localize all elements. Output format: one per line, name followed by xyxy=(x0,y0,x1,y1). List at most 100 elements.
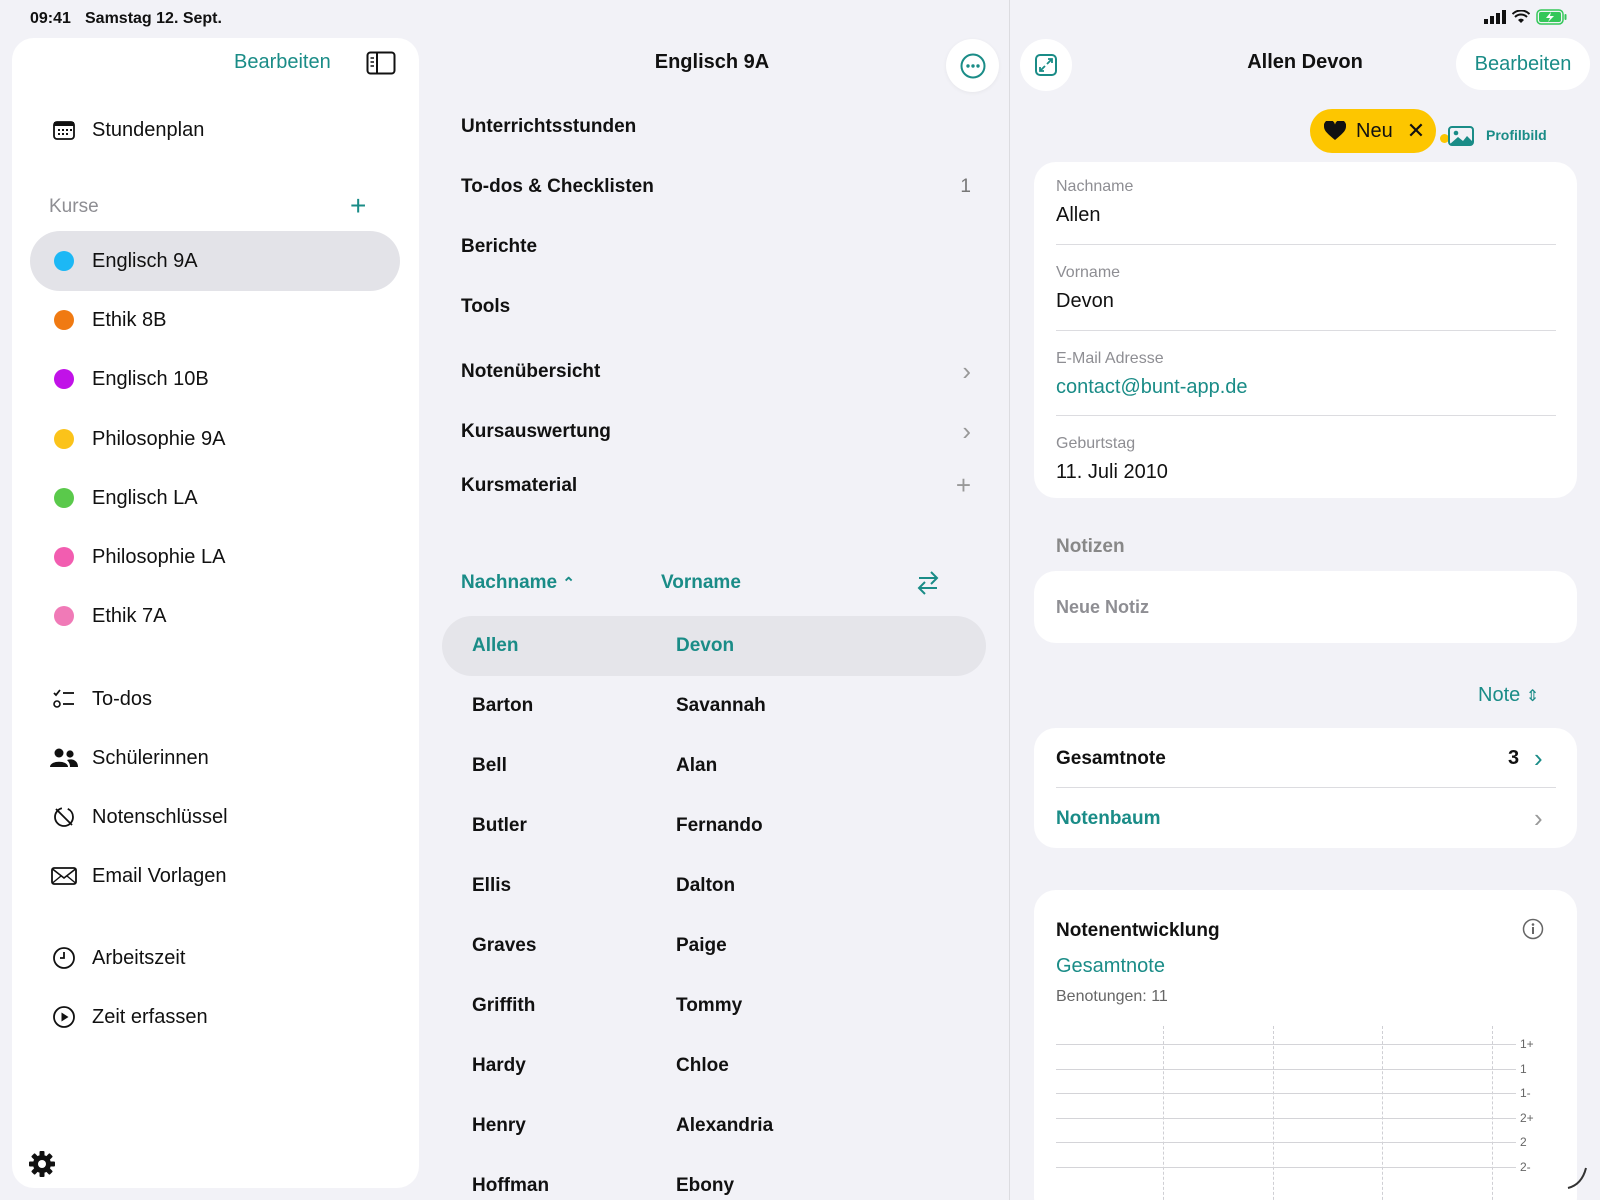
student-row[interactable]: Henry Alexandria xyxy=(442,1096,986,1156)
course-color-dot xyxy=(54,429,74,449)
plus-icon[interactable]: + xyxy=(956,470,971,501)
chevron-right-icon: › xyxy=(962,356,971,386)
sidebar-item-todos[interactable]: To-dos xyxy=(30,669,400,729)
sidebar-course-ethik-7a[interactable]: Ethik 7A xyxy=(30,586,400,646)
grade-key-icon xyxy=(50,805,78,829)
add-course-icon[interactable]: + xyxy=(350,190,366,222)
close-icon[interactable]: ✕ xyxy=(1407,118,1425,144)
sidebar-item-stundenplan[interactable]: Stundenplan xyxy=(30,100,400,160)
sidebar-item-label: Stundenplan xyxy=(92,118,205,141)
sidebar-course-label: Ethik 7A xyxy=(92,604,167,627)
grade-development-card: Notenentwicklung Gesamtnote Benotungen: … xyxy=(1034,890,1577,1200)
student-row[interactable]: Butler Fernando xyxy=(442,796,986,856)
sidebar-item-arbeitszeit[interactable]: Arbeitszeit xyxy=(30,928,400,988)
badge-label: Neu xyxy=(1356,119,1393,142)
sidebar-item-schuelerinnen[interactable]: Schülerinnen xyxy=(30,728,400,788)
field-label: Vorname xyxy=(1056,264,1121,281)
sidebar-course-label: Philosophie 9A xyxy=(92,427,226,450)
sort-by-lastname-button[interactable]: Nachname ⌃ xyxy=(461,572,575,594)
swap-arrows-icon[interactable] xyxy=(917,570,939,596)
student-lastname: Bell xyxy=(472,755,507,776)
sidebar-course-englisch-10b[interactable]: Englisch 10B xyxy=(30,349,400,409)
info-icon[interactable] xyxy=(1522,918,1544,940)
sidebar-course-label: Englisch 10B xyxy=(92,367,209,390)
menu-label: Notenübersicht xyxy=(461,360,601,382)
menu-kursmaterial[interactable]: Kursmaterial + xyxy=(461,470,971,501)
sidebar-course-label: Philosophie LA xyxy=(92,545,226,568)
grade-chart: 1+ 1 1- 2+ 2 2- xyxy=(1034,1026,1577,1200)
calendar-icon xyxy=(50,120,78,140)
todo-count-badge: 1 xyxy=(960,176,971,197)
more-options-button[interactable] xyxy=(946,39,999,92)
menu-berichte[interactable]: Berichte xyxy=(461,236,971,258)
sidebar-edit-button[interactable]: Bearbeiten xyxy=(234,51,331,74)
student-row[interactable]: Griffith Tommy xyxy=(442,976,986,1036)
field-value: Devon xyxy=(1056,290,1114,312)
sidebar-course-englisch-la[interactable]: Englisch LA xyxy=(30,468,400,528)
sidebar-toggle-icon[interactable] xyxy=(366,51,396,75)
menu-unterrichtsstunden[interactable]: Unterrichtsstunden xyxy=(461,116,971,138)
menu-kursauswertung[interactable]: Kursauswertung › xyxy=(461,416,971,447)
student-row[interactable]: Ellis Dalton xyxy=(442,856,986,916)
field-geburtstag[interactable]: Geburtstag 11. Juli 2010 xyxy=(1056,435,1556,484)
email-link[interactable]: contact@bunt-app.de xyxy=(1056,376,1556,399)
sidebar-item-label: Zeit erfassen xyxy=(92,1005,208,1028)
sidebar-item-notenschluessel[interactable]: Notenschlüssel xyxy=(30,787,400,847)
menu-label: Berichte xyxy=(461,236,538,257)
new-note-field[interactable]: Neue Notiz xyxy=(1034,571,1577,643)
sidebar-item-email-vorlagen[interactable]: Email Vorlagen xyxy=(30,846,400,906)
chart-gridline xyxy=(1056,1142,1516,1143)
notes-section-title: Notizen xyxy=(1056,536,1125,557)
grade-tree-label: Notenbaum xyxy=(1056,808,1161,829)
student-row[interactable]: Hoffman Ebony xyxy=(442,1156,986,1200)
menu-tools[interactable]: Tools xyxy=(461,296,971,318)
menu-notenuebersicht[interactable]: Notenübersicht › xyxy=(461,356,971,387)
chart-gridline xyxy=(1056,1167,1516,1168)
edit-student-button[interactable]: Bearbeiten xyxy=(1456,38,1590,90)
field-email[interactable]: E-Mail Adresse contact@bunt-app.de xyxy=(1056,350,1556,399)
graph-title: Notenentwicklung xyxy=(1056,920,1220,941)
sidebar-course-philosophie-9a[interactable]: Philosophie 9A xyxy=(30,409,400,469)
menu-todos-checklisten[interactable]: To-dos & Checklisten 1 xyxy=(461,176,971,198)
student-row[interactable]: Graves Paige xyxy=(442,916,986,976)
sidebar-course-englisch-9a[interactable]: Englisch 9A xyxy=(30,231,400,291)
sidebar-course-philosophie-la[interactable]: Philosophie LA xyxy=(30,527,400,587)
course-color-dot xyxy=(54,251,74,271)
battery-charging-icon xyxy=(1536,9,1567,25)
field-vorname[interactable]: Vorname Devon xyxy=(1056,264,1556,313)
resize-handle-icon[interactable] xyxy=(1566,1166,1588,1190)
profile-picture-button[interactable]: Profilbild xyxy=(1448,124,1547,146)
course-color-dot xyxy=(54,606,74,626)
sidebar-item-label: Arbeitszeit xyxy=(92,946,186,969)
chart-gridline-vertical xyxy=(1492,1026,1493,1200)
sidebar-item-label: Email Vorlagen xyxy=(92,864,227,887)
student-row[interactable]: Bell Alan xyxy=(442,736,986,796)
sidebar-item-zeit-erfassen[interactable]: Zeit erfassen xyxy=(30,987,400,1047)
gear-icon[interactable] xyxy=(28,1150,56,1178)
course-title: Englisch 9A xyxy=(654,51,770,73)
student-lastname: Griffith xyxy=(472,995,536,1016)
sort-lastname-label: Nachname xyxy=(461,572,558,593)
chart-gridline xyxy=(1056,1044,1516,1045)
y-tick-label: 2+ xyxy=(1520,1111,1534,1125)
sidebar-course-label: Englisch 9A xyxy=(92,249,198,272)
overall-grade-row[interactable]: Gesamtnote 3 › xyxy=(1034,728,1577,788)
new-badge[interactable]: Neu ✕ xyxy=(1310,109,1436,153)
chevron-right-icon: › xyxy=(962,416,971,446)
student-lastname: Hardy xyxy=(472,1055,526,1076)
chart-gridline-vertical xyxy=(1273,1026,1274,1200)
sidebar-course-ethik-8b[interactable]: Ethik 8B xyxy=(30,290,400,350)
student-row[interactable]: Allen Devon xyxy=(442,616,986,676)
grade-type-selector[interactable]: Note ⇕ xyxy=(1478,684,1539,707)
field-nachname[interactable]: Nachname Allen xyxy=(1056,178,1556,227)
status-bar: 09:41 Samstag 12. Sept. xyxy=(0,0,1600,34)
student-row[interactable]: Barton Savannah xyxy=(442,676,986,736)
sidebar: Bearbeiten Stundenplan Kurse + Englisch … xyxy=(12,38,419,1188)
people-icon xyxy=(50,748,78,768)
chart-gridline xyxy=(1056,1118,1516,1119)
student-row[interactable]: Hardy Chloe xyxy=(442,1036,986,1096)
divider xyxy=(1056,330,1556,331)
sort-by-firstname-button[interactable]: Vorname xyxy=(661,572,741,594)
grade-tree-row[interactable]: Notenbaum › xyxy=(1034,788,1577,848)
divider xyxy=(1056,415,1556,416)
